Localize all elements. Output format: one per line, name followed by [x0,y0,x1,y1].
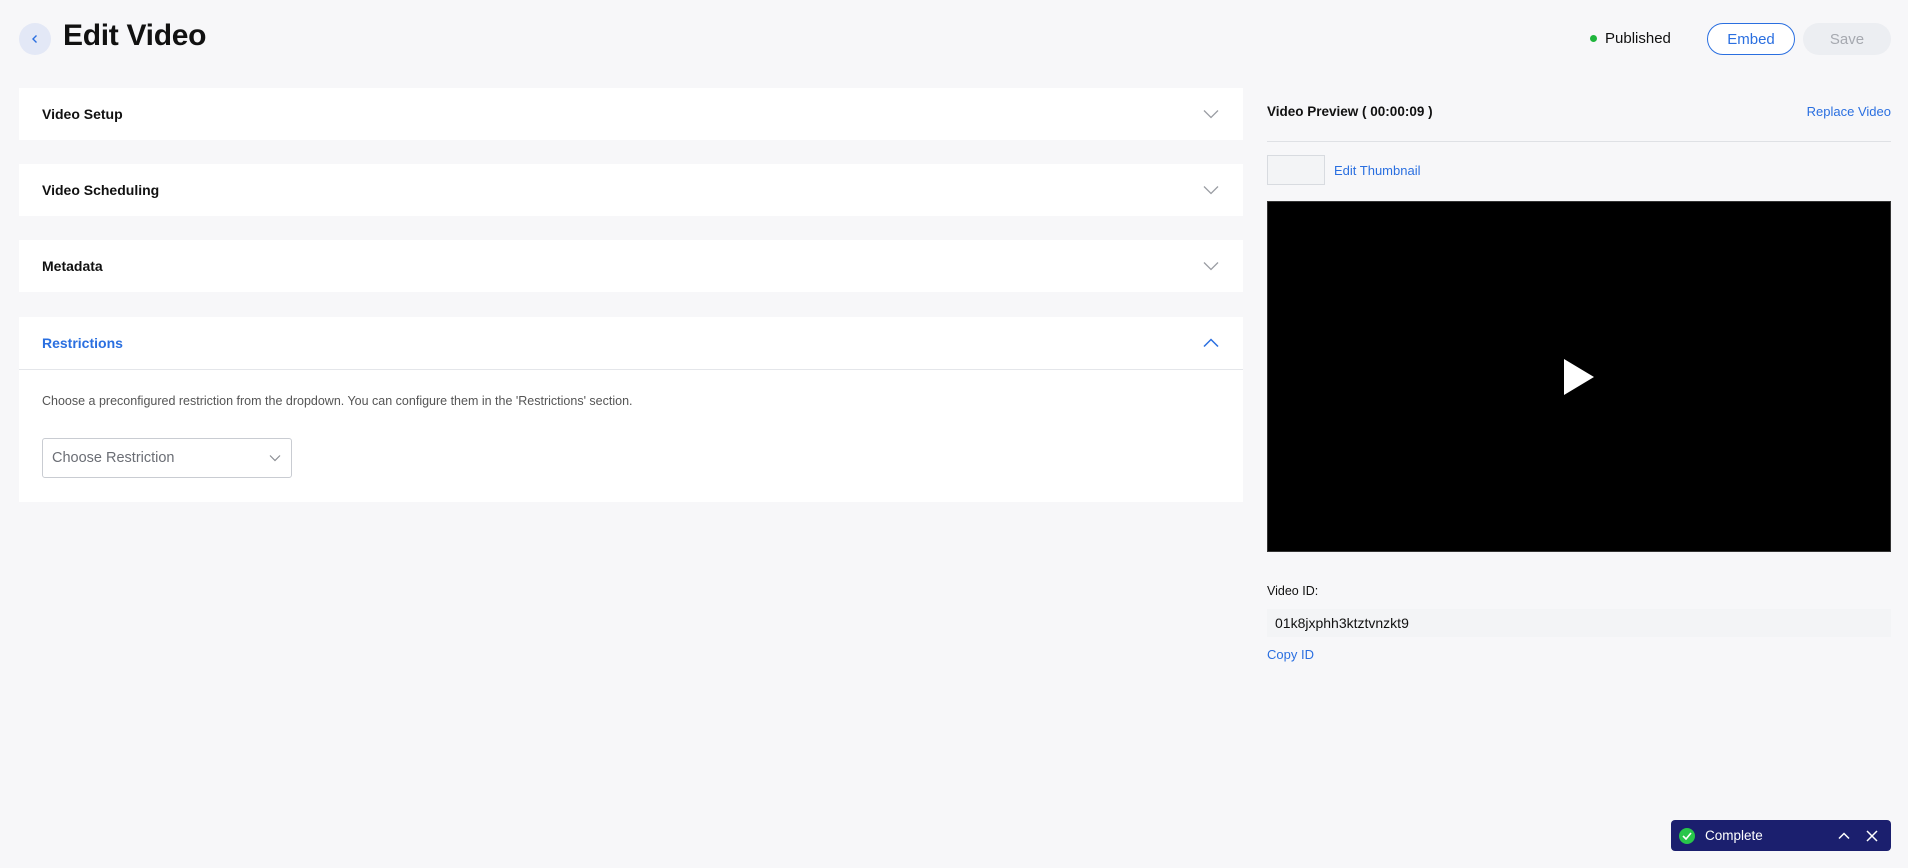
accordion-title: Restrictions [42,335,123,351]
chevron-down-icon [1202,105,1220,123]
replace-video-link[interactable]: Replace Video [1807,104,1891,141]
accordion-header-video-scheduling[interactable]: Video Scheduling [19,164,1243,216]
restriction-select[interactable]: Choose Restriction [42,438,292,478]
thumbnail-row: Edit Thumbnail [1267,155,1420,185]
accordion-title: Video Setup [42,106,123,122]
chevron-down-icon [269,455,281,462]
status-label: Published [1605,30,1671,47]
status-indicator: Published [1590,30,1671,47]
accordion-title: Video Scheduling [42,182,160,198]
back-button[interactable] [19,23,51,55]
accordion-restrictions: Restrictions Choose a preconfigured rest… [19,317,1243,502]
upload-status-toast: Complete [1671,820,1891,851]
toast-close-button[interactable] [1861,825,1883,847]
accordion-header-metadata[interactable]: Metadata [19,240,1243,292]
video-preview-header: Video Preview ( 00:00:09 ) Replace Video [1267,104,1891,142]
copy-id-link[interactable]: Copy ID [1267,647,1314,662]
thumbnail-image [1267,155,1325,185]
video-preview-title: Video Preview ( 00:00:09 ) [1267,104,1433,119]
toast-expand-button[interactable] [1833,825,1855,847]
check-icon [1679,827,1695,844]
accordion-metadata: Metadata [19,240,1243,292]
accordion-video-setup: Video Setup [19,88,1243,140]
page-title: Edit Video [63,19,207,52]
restriction-select-placeholder: Choose Restriction [52,450,175,466]
chevron-left-icon [32,35,37,43]
video-id-label: Video ID: [1267,584,1319,598]
video-id-field: 01k8jxphh3ktztvnzkt9 [1267,609,1891,637]
edit-thumbnail-link[interactable]: Edit Thumbnail [1334,163,1420,178]
restrictions-help-text: Choose a preconfigured restriction from … [42,394,633,408]
close-icon [1866,829,1878,842]
chevron-up-icon [1202,334,1220,352]
chevron-down-icon [1202,257,1220,275]
chevron-down-icon [1202,181,1220,199]
accordion-header-restrictions[interactable]: Restrictions [19,317,1243,369]
restrictions-body: Choose a preconfigured restriction from … [19,369,1243,502]
chevron-up-icon [1838,831,1850,839]
embed-button[interactable]: Embed [1707,23,1795,55]
save-button[interactable]: Save [1803,23,1891,55]
accordion-video-scheduling: Video Scheduling [19,164,1243,216]
page-header: Edit Video Published Embed Save [0,0,1908,78]
toast-label: Complete [1705,828,1763,843]
video-player[interactable] [1267,201,1891,552]
accordion-header-video-setup[interactable]: Video Setup [19,88,1243,140]
accordion-title: Metadata [42,258,103,274]
play-icon[interactable] [1564,358,1594,395]
status-dot-icon [1590,35,1597,42]
